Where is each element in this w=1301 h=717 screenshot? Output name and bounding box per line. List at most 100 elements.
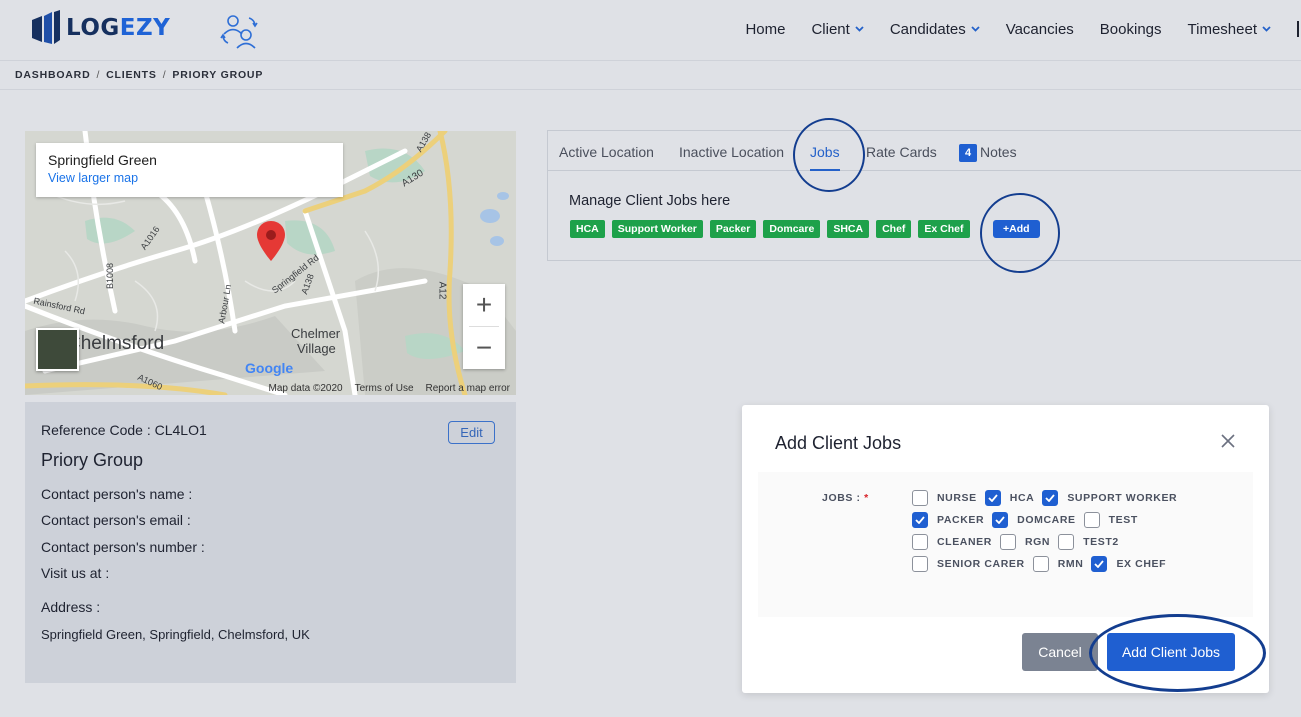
job-checkbox-nurse[interactable]: NURSE <box>912 490 977 506</box>
check-icon <box>1045 494 1056 502</box>
job-checkbox-label: SENIOR CARER <box>937 558 1025 570</box>
checkbox-checked[interactable] <box>992 512 1009 528</box>
tab-jobs[interactable]: Jobs <box>810 144 840 160</box>
job-checkbox-label: DOMCARE <box>1017 514 1076 526</box>
nav-client[interactable]: Client <box>811 21 864 38</box>
view-larger-map-link[interactable]: View larger map <box>48 171 331 185</box>
job-checkbox-label: EX CHEF <box>1116 558 1167 570</box>
map-label-b1008: B1008 <box>105 262 116 290</box>
main-nav: Home Client Candidates Vacancies Booking… <box>745 0 1301 58</box>
modal-body: JOBS : * NURSE HCA SUPPORT WORKER PACKER DOM… <box>758 472 1253 617</box>
contact-email-label: Contact person's email : <box>41 512 191 528</box>
checkbox-unchecked[interactable] <box>1083 512 1100 528</box>
job-checkbox-label: HCA <box>1009 492 1035 504</box>
tab-notes[interactable]: 4 Notes <box>959 144 1017 162</box>
map-data-credit: Map data ©2020 <box>268 383 343 394</box>
map-terms-link[interactable]: Terms of Use <box>355 383 414 394</box>
checkbox-checked[interactable] <box>912 512 928 528</box>
checkbox-unchecked[interactable] <box>912 534 928 550</box>
checkbox-checked[interactable] <box>984 490 1001 506</box>
map-report-link[interactable]: Report a map error <box>426 383 510 394</box>
breadcrumb: DASHBOARD / CLIENTS / PRIORY GROUP <box>15 69 263 81</box>
contact-name-label: Contact person's name : <box>41 486 193 502</box>
logezy-logo[interactable]: LOGEZY <box>30 10 170 46</box>
users-switch-icon[interactable] <box>219 12 259 50</box>
add-job-button[interactable]: +Add <box>993 220 1040 238</box>
manage-jobs-heading: Manage Client Jobs here <box>569 193 731 209</box>
job-checkbox-label: CLEANER <box>937 536 992 548</box>
satellite-toggle[interactable] <box>36 328 79 371</box>
map-place-title: Springfield Green <box>48 152 157 168</box>
check-icon <box>988 494 998 502</box>
job-chip: Support Worker <box>611 220 703 238</box>
nav-vacancies[interactable]: Vacancies <box>1006 21 1074 38</box>
map-place-card: Springfield Green View larger map <box>36 143 343 197</box>
tab-rate-cards[interactable]: Rate Cards <box>866 144 937 160</box>
check-icon <box>995 516 1005 524</box>
checkbox-checked[interactable] <box>1042 490 1059 506</box>
map-footer: Map data ©2020 Terms of Use Report a map… <box>269 383 510 394</box>
nav-timesheet[interactable]: Timesheet <box>1188 21 1271 38</box>
nav-candidates[interactable]: Candidates <box>890 21 980 38</box>
address-label: Address : <box>41 599 101 615</box>
job-checkbox-label: RGN <box>1024 536 1051 548</box>
breadcrumb-current: PRIORY GROUP <box>172 69 264 81</box>
logo-mark-icon <box>32 10 60 44</box>
tab-bar: Active Location Inactive Location Jobs R… <box>548 131 1301 171</box>
job-checkbox-domcare[interactable]: DOMCARE <box>992 512 1075 528</box>
nav-bookings[interactable]: Bookings <box>1100 21 1162 38</box>
checkbox-checked[interactable] <box>1091 556 1108 572</box>
job-checkbox-cleaner[interactable]: CLEANER <box>912 534 992 550</box>
contact-number-label: Contact person's number : <box>41 539 205 555</box>
add-client-jobs-button[interactable]: Add Client Jobs <box>1107 633 1235 671</box>
job-checkbox-test2[interactable]: TEST2 <box>1058 534 1119 550</box>
job-checkbox-hca[interactable]: HCA <box>984 490 1035 506</box>
required-mark: * <box>864 492 869 504</box>
nav-home[interactable]: Home <box>745 21 785 38</box>
address-value: Springfield Green, Springfield, Chelmsfo… <box>41 627 310 642</box>
breadcrumb-clients[interactable]: CLIENTS <box>106 69 157 81</box>
reference-code: Reference Code : CL4LO1 <box>41 422 207 438</box>
job-checkbox-packer[interactable]: PACKER <box>912 512 984 528</box>
check-icon <box>915 516 925 524</box>
job-checkbox-support-worker[interactable]: SUPPORT WORKER <box>1042 490 1177 506</box>
map-label-a12: A12 <box>436 281 448 300</box>
map-pin-icon[interactable] <box>257 221 285 261</box>
client-info-card: Reference Code : CL4LO1 Edit Priory Grou… <box>25 402 516 683</box>
checkbox-unchecked[interactable] <box>999 534 1016 550</box>
location-map[interactable]: Springfield Green View larger map Chelms… <box>25 131 516 395</box>
jobs-checkbox-group: NURSE HCA SUPPORT WORKER PACKER DOMCARE TEST C… <box>912 487 1185 575</box>
tab-inactive-location[interactable]: Inactive Location <box>679 144 784 160</box>
job-checkbox-ex-chef[interactable]: EX CHEF <box>1091 556 1166 572</box>
zoom-out-button[interactable]: − <box>463 327 505 369</box>
job-checkbox-test[interactable]: TEST <box>1083 512 1138 528</box>
job-chip: Chef <box>876 220 912 238</box>
cancel-button[interactable]: Cancel <box>1022 633 1098 671</box>
breadcrumb-dashboard[interactable]: DASHBOARD <box>15 69 90 81</box>
checkbox-unchecked[interactable] <box>1058 534 1075 550</box>
checkbox-row: CLEANER RGN TEST2 <box>912 531 1185 553</box>
jobs-field-label: JOBS : * <box>822 492 869 504</box>
notes-count-badge: 4 <box>959 144 977 162</box>
job-chip: HCA <box>570 220 605 238</box>
job-checkbox-rmn[interactable]: RMN <box>1032 556 1084 572</box>
checkbox-row: PACKER DOMCARE TEST <box>912 509 1185 531</box>
checkbox-unchecked[interactable] <box>912 556 928 572</box>
checkbox-row: NURSE HCA SUPPORT WORKER <box>912 487 1185 509</box>
check-icon <box>1094 560 1105 568</box>
job-checkbox-rgn[interactable]: RGN <box>999 534 1051 550</box>
job-chip: Packer <box>709 220 757 238</box>
job-checkbox-senior-carer[interactable]: SENIOR CARER <box>912 556 1025 572</box>
checkbox-unchecked[interactable] <box>1032 556 1049 572</box>
zoom-in-button[interactable]: + <box>463 284 505 326</box>
client-name: Priory Group <box>41 450 144 470</box>
checkbox-unchecked[interactable] <box>912 490 928 506</box>
close-icon[interactable] <box>1220 433 1236 449</box>
map-label-village: Village <box>297 341 336 356</box>
edit-button[interactable]: Edit <box>448 421 495 444</box>
job-chips: HCA Support Worker Packer Domcare SHCA C… <box>570 220 970 238</box>
add-client-jobs-modal: Add Client Jobs JOBS : * NURSE HCA SUPPORT… <box>742 405 1269 693</box>
tab-active-location[interactable]: Active Location <box>559 144 654 160</box>
active-tab-indicator <box>810 169 840 171</box>
job-checkbox-label: TEST2 <box>1083 536 1119 548</box>
